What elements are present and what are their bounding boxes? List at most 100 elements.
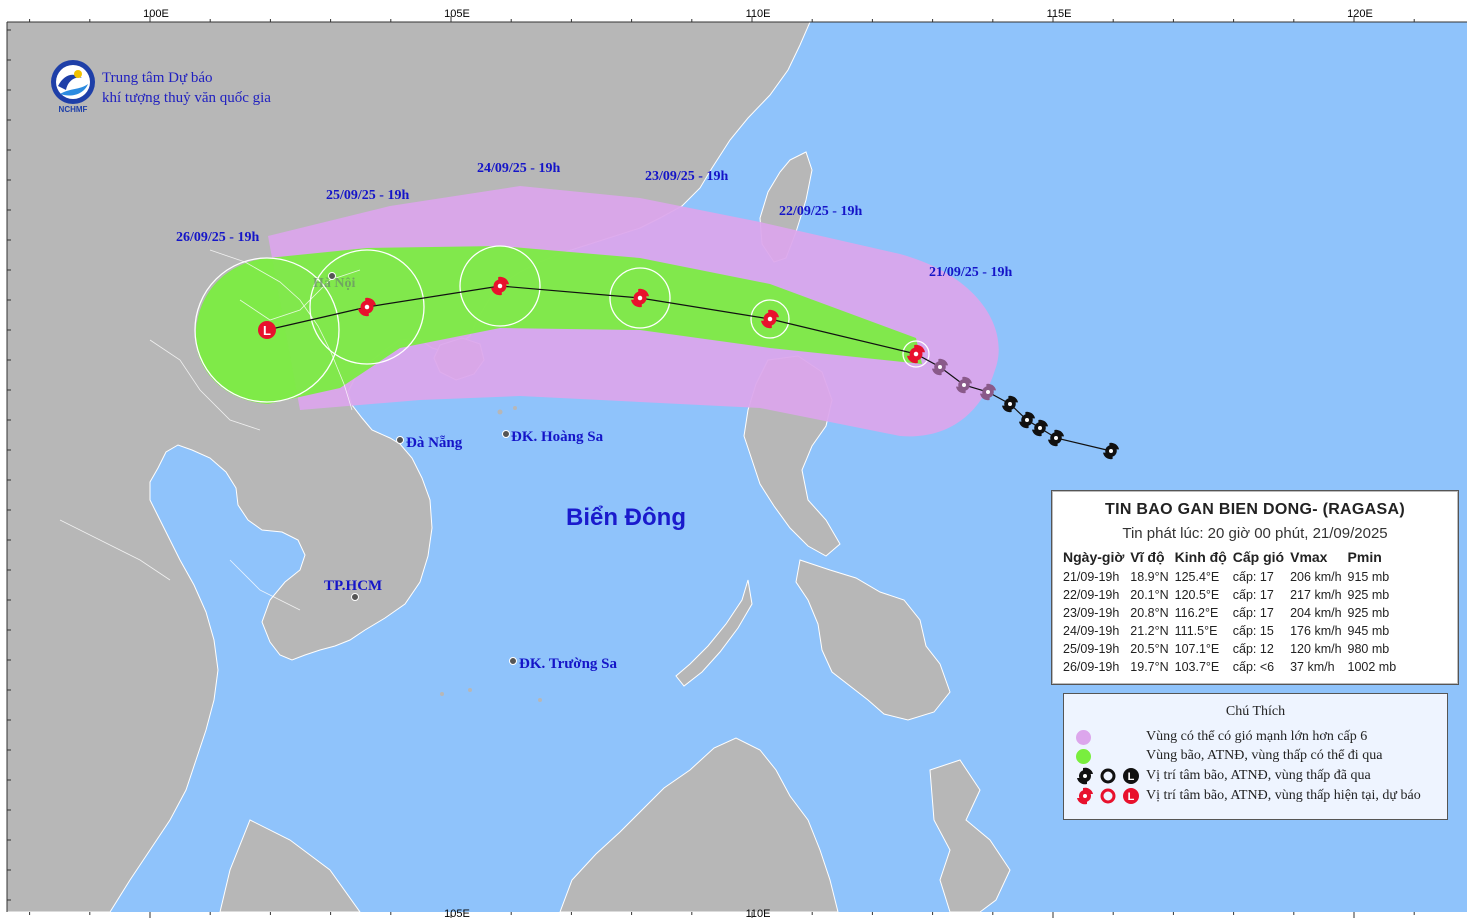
table-cell: 18.9°N [1130,570,1169,584]
agency-name-line1: Trung tâm Dự báo [102,70,213,86]
table-row: 22/09-19h 20.1°N 120.5°E cấp: 17 217 km/h 925… [1060,586,1399,604]
table-row: 26/09-19h 19.7°N 103.7°E cấp: <6 37 km/h 1002… [1060,658,1399,676]
column-header: Kinh độ [1174,549,1227,565]
past-symbols-icon: L [1076,767,1146,785]
paracel-islet [513,406,517,410]
agency-name-line2: khí tượng thuỷ văn quốc gia [102,90,271,106]
storm-track-map: L 21/09/25 - 19h 22/09/25 - 19h 23/09/25… [0,0,1470,919]
forecast-time-label: 22/09/25 - 19h [779,204,862,219]
table-row: 23/09-19h 20.8°N 116.2°E cấp: 17 204 km/h 925… [1060,604,1399,622]
longitude-tick-label: 100E [143,8,169,20]
forecast-time-label: 24/09/25 - 19h [477,161,560,176]
table-cell: cấp: 17 [1232,570,1274,584]
table-row: 21/09-19h 18.9°N 125.4°E cấp: 17 206 km/h 915… [1060,568,1399,586]
table-cell: 20.8°N [1130,606,1169,620]
column-header: Vmax [1290,549,1328,565]
table-cell: 20.5°N [1130,642,1169,656]
legend-text: Vị trí tâm bão, ATNĐ, vùng thấp hiện tại… [1146,788,1421,803]
table-cell: 1002 mb [1347,660,1397,674]
table-cell: cấp: 12 [1232,642,1274,656]
low-pressure-icon: L [258,321,276,339]
hcm-label: TP.HCM [324,578,382,594]
table-row: 24/09-19h 21.2°N 111.5°E cấp: 15 176 km/h 945… [1060,622,1399,640]
table-cell: 217 km/h [1290,588,1342,602]
hoangsa-marker [502,430,510,438]
table-cell: cấp: <6 [1232,660,1275,674]
svg-text:L: L [263,323,271,338]
green-dot-icon [1076,748,1091,764]
bulletin-panel: TIN BAO GAN BIEN DONG- (RAGASA) Tin phát… [1051,490,1459,685]
spratly-islet [468,688,472,692]
table-cell: 24/09-19h [1063,624,1120,638]
bulletin-issued-time: Tin phát lúc: 20 giờ 00 phút, 21/09/2025 [1122,525,1388,542]
table-row: 25/09-19h 20.5°N 107.1°E cấp: 12 120 km/h 980… [1060,640,1399,658]
table-header-row: Ngày-giờ Vĩ độ Kinh độ Cấp gió Vmax Pmin [1060,549,1399,568]
table-cell: 120.5°E [1174,588,1220,602]
legend-item-wind-zone: Vùng có thể có gió mạnh lớn hơn cấp 6 [1076,727,1367,747]
forecast-time-label: 26/09/25 - 19h [176,230,259,245]
table-cell: 176 km/h [1290,624,1342,638]
table-cell: 21.2°N [1130,624,1169,638]
table-cell: 120 km/h [1290,642,1342,656]
logo-caption: NCHMF [59,105,88,114]
table-cell: 103.7°E [1174,660,1220,674]
legend-title: Chú Thích [1225,704,1286,719]
table-cell: cấp: 17 [1232,606,1274,620]
table-cell: 37 km/h [1290,660,1335,674]
forecast-symbols-icon: L [1076,787,1146,805]
table-cell: cấp: 17 [1232,588,1274,602]
column-header: Vĩ độ [1130,549,1165,565]
table-cell: 925 mb [1347,606,1390,620]
table-cell: 116.2°E [1174,606,1219,620]
legend-text: Vị trí tâm bão, ATNĐ, vùng thấp đã qua [1146,768,1371,783]
hcm-marker [351,593,359,601]
longitude-tick-label: 120E [1347,8,1373,20]
forecast-time-label: 23/09/25 - 19h [645,169,728,184]
table-cell: 22/09-19h [1063,588,1120,602]
longitude-tick-label: 110E [746,8,771,20]
longitude-tick-label: 115E [1047,8,1072,20]
purple-dot-icon [1076,729,1091,745]
longitude-tick-label: 105E [444,8,470,20]
danang-label: Đà Nẵng [406,435,463,451]
table-cell: 111.5°E [1174,624,1218,638]
table-cell: 915 mb [1347,570,1390,584]
truongsa-label: ĐK. Trường Sa [519,656,618,672]
legend-text: Vùng bão, ATNĐ, vùng thấp có thể đi qua [1146,748,1383,763]
table-cell: cấp: 15 [1232,624,1274,638]
table-cell: 23/09-19h [1063,606,1120,620]
legend-item-storm-zone: Vùng bão, ATNĐ, vùng thấp có thể đi qua [1076,746,1382,766]
truongsa-marker [509,657,517,665]
column-header: Pmin [1347,549,1382,565]
danang-marker [396,436,404,444]
table-cell: 980 mb [1347,642,1390,656]
table-cell: 204 km/h [1290,606,1342,620]
legend-item-forecast: L Vị trí tâm bão, ATNĐ, vùng thấp hiện t… [1076,786,1421,806]
legend-panel: Chú Thích Vùng có thể có gió mạnh lớn hơ… [1063,693,1448,820]
legend-text: Vùng có thể có gió mạnh lớn hơn cấp 6 [1146,729,1368,744]
table-cell: 125.4°E [1174,570,1220,584]
forecast-table: Ngày-giờ Vĩ độ Kinh độ Cấp gió Vmax Pmin… [1060,549,1399,676]
table-cell: 26/09-19h [1063,660,1120,674]
bulletin-title: TIN BAO GAN BIEN DONG- (RAGASA) [1105,501,1405,518]
longitude-tick-label: 105E [444,908,470,919]
svg-text:L: L [1128,771,1135,783]
legend-item-past: L Vị trí tâm bão, ATNĐ, vùng thấp đã qua [1076,766,1371,786]
forecast-time-label: 25/09/25 - 19h [326,188,409,203]
forecast-time-label: 21/09/25 - 19h [929,265,1012,280]
hanoi-label: Hà Nội [313,276,356,291]
table-cell: 19.7°N [1130,660,1169,674]
table-cell: 25/09-19h [1063,642,1120,656]
table-cell: 945 mb [1347,624,1390,638]
table-cell: 206 km/h [1290,570,1342,584]
table-cell: 20.1°N [1130,588,1169,602]
spratly-islet [538,698,542,702]
table-cell: 107.1°E [1174,642,1220,656]
paracel-islet [497,409,503,415]
column-header: Ngày-giờ [1063,549,1125,565]
sea-name-label: Biển Đông [566,504,686,531]
spratly-islet [440,692,444,696]
svg-text:L: L [1128,791,1135,803]
table-cell: 925 mb [1347,588,1390,602]
column-header: Cấp gió [1232,549,1285,565]
